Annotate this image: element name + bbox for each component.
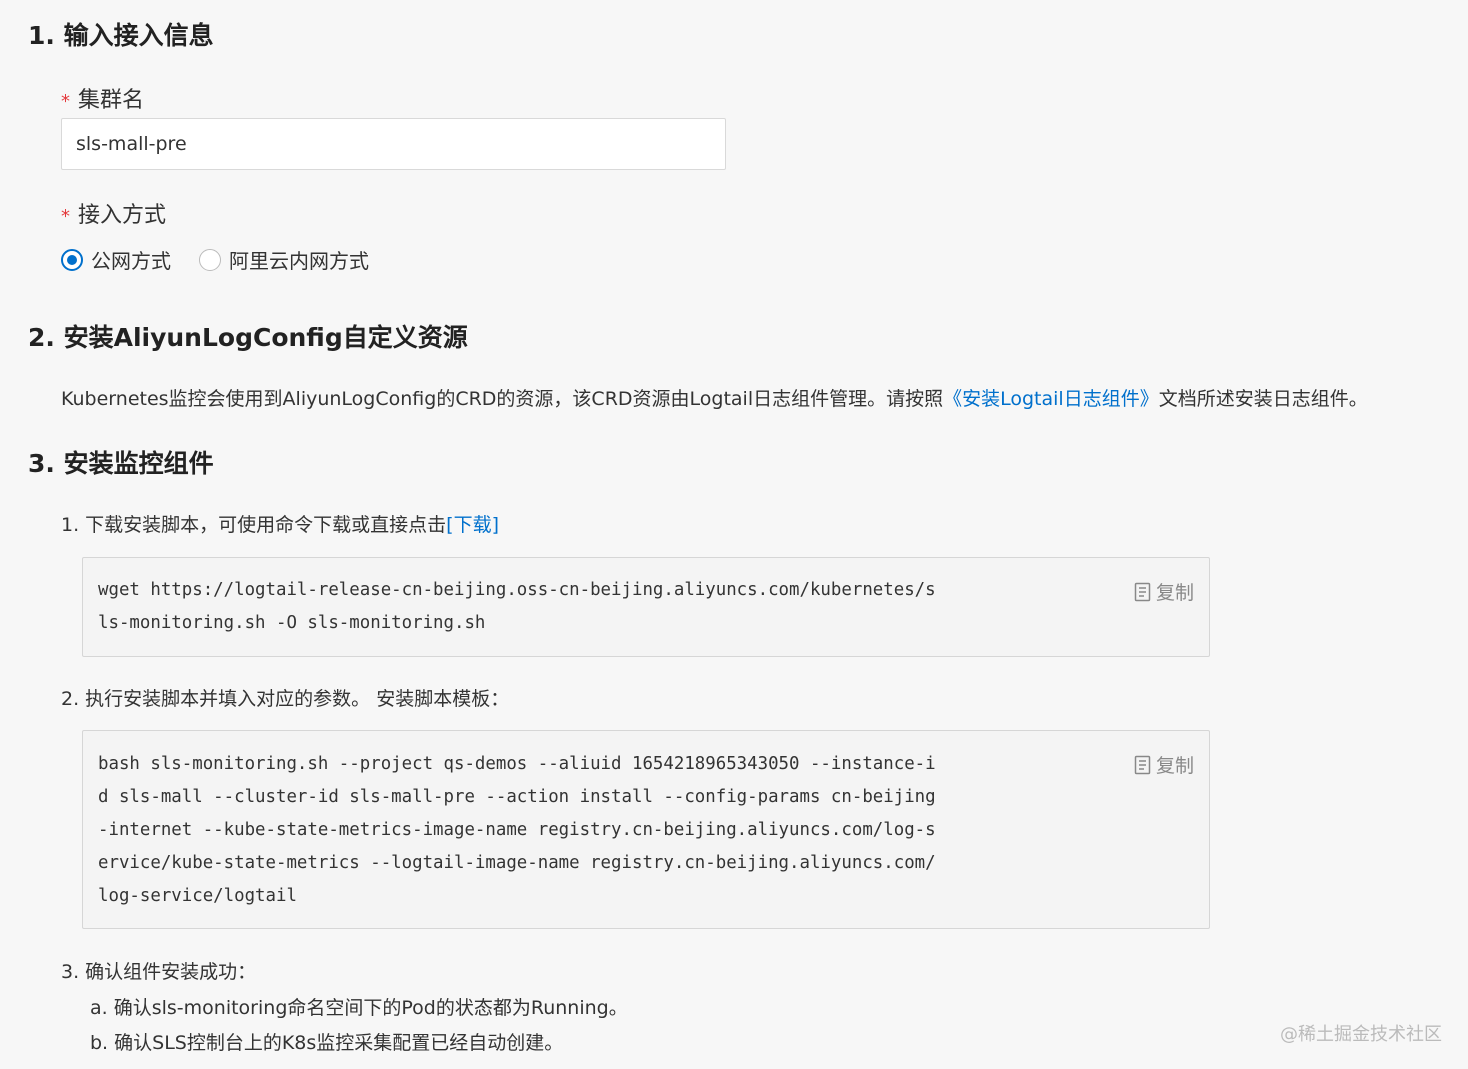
radio-public-network[interactable]: 公网方式: [61, 245, 171, 274]
download-command-code-block: wget https://logtail-release-cn-beijing.…: [82, 557, 1210, 657]
access-method-radio-group: 公网方式 阿里云内网方式: [61, 245, 369, 274]
step1-description: 1. 下载安装脚本，可使用命令下载或直接点击[下载]: [61, 510, 499, 537]
radio-aliyun-intranet-label: 阿里云内网方式: [229, 249, 369, 273]
copy-button-label: 复制: [1156, 755, 1195, 777]
cluster-name-label: * 集群名: [61, 82, 144, 114]
code-line: -internet --kube-state-metrics-image-nam…: [98, 820, 936, 840]
radio-unchecked-icon[interactable]: [199, 248, 221, 271]
step3-text: 3. 确认组件安装成功：: [61, 961, 257, 983]
cluster-name-input[interactable]: sls-mall-pre: [61, 118, 726, 170]
code-lines: bash sls-monitoring.sh --project qs-demo…: [98, 748, 936, 913]
copy-icon: [1134, 755, 1151, 774]
crd-description: Kubernetes监控会使用到AliyunLogConfig的CRD的资源，该…: [61, 384, 1368, 411]
radio-checked-icon[interactable]: [61, 248, 83, 271]
step3-item-a: a. 确认sls-monitoring命名空间下的Pod的状态都为Running…: [90, 997, 628, 1019]
radio-public-network-label: 公网方式: [91, 249, 171, 273]
required-mark: *: [61, 206, 70, 227]
cluster-name-label-text: 集群名: [78, 88, 145, 113]
section-title-input-info: 1. 输入接入信息: [28, 21, 214, 50]
crd-description-text-end: 文档所述安装日志组件。: [1158, 388, 1368, 410]
copy-button[interactable]: 复制: [1134, 578, 1194, 605]
code-line: ls-monitoring.sh -O sls-monitoring.sh: [98, 613, 486, 633]
code-line: d sls-mall --cluster-id sls-mall-pre --a…: [98, 787, 936, 807]
install-logtail-doc-link[interactable]: 《安装Logtail日志组件》: [943, 388, 1159, 410]
step2-text: 2. 执行安装脚本并填入对应的参数。 安装脚本模板：: [61, 688, 510, 710]
code-line: ervice/kube-state-metrics --logtail-imag…: [98, 853, 936, 873]
access-method-label: * 接入方式: [61, 197, 166, 229]
required-mark: *: [61, 91, 70, 112]
copy-button-label: 复制: [1156, 582, 1195, 604]
section-title-install-crd: 2. 安装AliyunLogConfig自定义资源: [28, 323, 468, 352]
step3-item-b: b. 确认SLS控制台上的K8s监控采集配置已经自动创建。: [90, 1032, 564, 1054]
code-line: wget https://logtail-release-cn-beijing.…: [98, 580, 936, 600]
crd-description-text: Kubernetes监控会使用到AliyunLogConfig的CRD的资源，该…: [61, 388, 944, 410]
watermark: @稀土掘金技术社区: [1280, 1024, 1442, 1045]
copy-button[interactable]: 复制: [1134, 751, 1194, 778]
cluster-name-value: sls-mall-pre: [76, 133, 187, 155]
code-line: bash sls-monitoring.sh --project qs-demo…: [98, 754, 936, 774]
download-link[interactable]: [下载]: [446, 514, 499, 536]
code-lines: wget https://logtail-release-cn-beijing.…: [98, 574, 936, 640]
section-title-install-monitoring: 3. 安装监控组件: [28, 449, 214, 478]
radio-aliyun-intranet[interactable]: 阿里云内网方式: [199, 245, 369, 274]
code-line: log-service/logtail: [98, 886, 297, 906]
install-command-code-block: bash sls-monitoring.sh --project qs-demo…: [82, 730, 1210, 929]
step1-text: 1. 下载安装脚本，可使用命令下载或直接点击: [61, 514, 447, 536]
copy-icon: [1134, 582, 1151, 601]
access-method-label-text: 接入方式: [78, 203, 167, 228]
